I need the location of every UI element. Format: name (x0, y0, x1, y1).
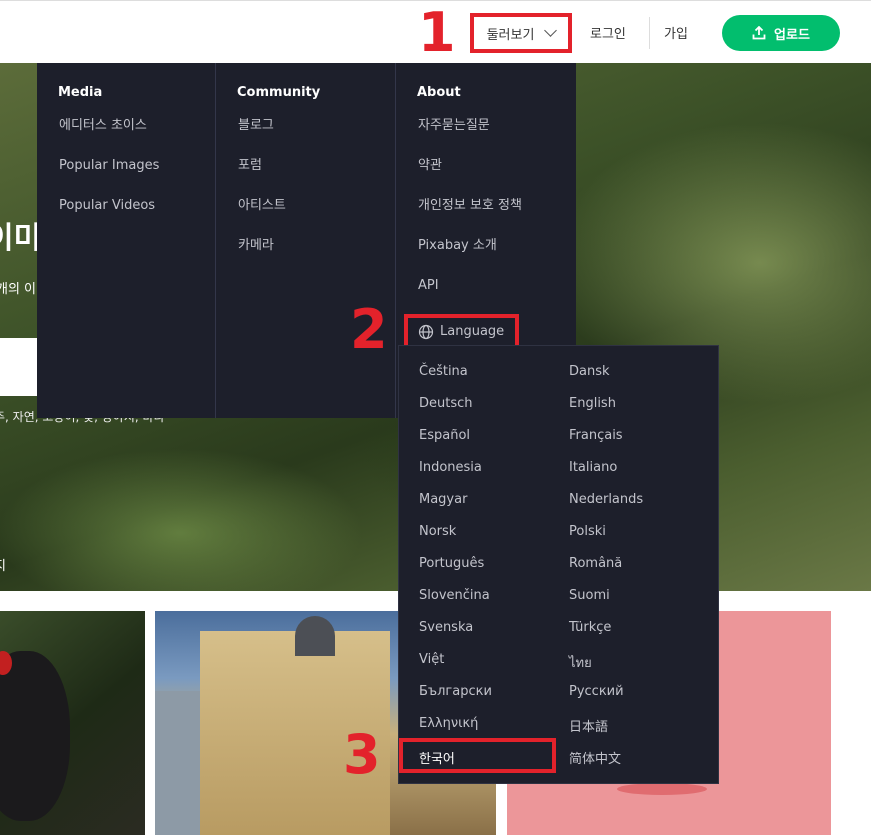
language-option[interactable]: Français (569, 428, 623, 443)
language-option[interactable]: Slovenčina (419, 588, 490, 603)
language-option[interactable]: Português (419, 556, 484, 571)
menu-heading-community: Community (237, 85, 321, 100)
language-option[interactable]: Ελληνική (419, 716, 478, 731)
menu-item-popular-videos[interactable]: Popular Videos (59, 195, 215, 235)
login-link[interactable]: 로그인 (590, 23, 626, 42)
building-tower (295, 616, 335, 656)
header-divider (649, 17, 650, 49)
language-option[interactable]: Български (419, 684, 492, 699)
language-option[interactable]: Română (569, 556, 622, 571)
join-link[interactable]: 가입 (664, 23, 688, 42)
language-option[interactable]: Deutsch (419, 396, 473, 411)
language-option[interactable]: Magyar (419, 492, 467, 507)
step-number-1: 1 (418, 1, 456, 64)
menu-column-media: Media 에디터스 초이스 Popular Images Popular Vi… (37, 63, 216, 418)
language-option[interactable]: Türkçe (569, 620, 611, 635)
korean-highlight-box (399, 738, 556, 773)
upload-label: 업로드 (774, 27, 810, 43)
step-number-2: 2 (350, 298, 388, 361)
menu-item-api[interactable]: API (418, 275, 576, 315)
menu-item-artists[interactable]: 아티스트 (238, 195, 395, 235)
menu-item-terms[interactable]: 약관 (418, 155, 576, 195)
hero-search-input[interactable] (0, 338, 40, 396)
object-shadow (617, 783, 707, 795)
menu-column-community: Community 블로그 포럼 아티스트 카메라 (216, 63, 396, 418)
menu-item-popular-images[interactable]: Popular Images (59, 155, 215, 195)
browse-label: 둘러보기 (486, 27, 535, 43)
hero-title: 이미 (0, 221, 42, 256)
language-option[interactable]: Nederlands (569, 492, 643, 507)
menu-heading-media: Media (58, 85, 103, 100)
language-submenu: Čeština Dansk Deutsch English Español Fr… (398, 345, 719, 784)
language-option[interactable]: Italiano (569, 460, 617, 475)
browse-menu-button[interactable]: 둘러보기 (470, 13, 572, 53)
language-label: Language (440, 324, 505, 339)
language-option[interactable]: 日本語 (569, 716, 608, 735)
menu-item-privacy[interactable]: 개인정보 보호 정책 (418, 195, 576, 235)
language-option[interactable]: Svenska (419, 620, 473, 635)
language-option[interactable]: Dansk (569, 364, 610, 379)
upload-icon (752, 26, 766, 40)
menu-item-blog[interactable]: 블로그 (238, 115, 395, 155)
menu-item-faq[interactable]: 자주묻는질문 (418, 115, 576, 155)
hero-credit: 지 (0, 555, 6, 574)
language-option[interactable]: Việt (419, 652, 444, 667)
language-option[interactable]: Čeština (419, 364, 468, 379)
image-thumbnail[interactable] (0, 611, 145, 835)
language-option[interactable]: Norsk (419, 524, 456, 539)
chevron-down-icon (544, 24, 558, 37)
language-option[interactable]: English (569, 396, 616, 411)
hero-subtitle: 개의 이 (0, 282, 37, 297)
language-option[interactable]: ไทย (569, 652, 592, 673)
globe-icon (418, 324, 434, 339)
step-number-3: 3 (343, 723, 381, 786)
menu-item-cameras[interactable]: 카메라 (238, 235, 395, 275)
language-option[interactable]: Suomi (569, 588, 610, 603)
menu-item-about-pixabay[interactable]: Pixabay 소개 (418, 235, 576, 275)
language-option[interactable]: Русский (569, 684, 624, 699)
language-option[interactable]: Polski (569, 524, 606, 539)
menu-item-forum[interactable]: 포럼 (238, 155, 395, 195)
language-menu-item[interactable]: Language (404, 314, 519, 349)
menu-heading-about: About (417, 85, 461, 100)
language-option[interactable]: Español (419, 428, 470, 443)
language-option[interactable]: 简体中文 (569, 748, 621, 767)
menu-item-editors-choice[interactable]: 에디터스 초이스 (59, 115, 215, 155)
bird-image (0, 651, 70, 821)
side-building (155, 691, 205, 835)
upload-button[interactable]: 업로드 (722, 15, 840, 51)
language-option[interactable]: Indonesia (419, 460, 482, 475)
